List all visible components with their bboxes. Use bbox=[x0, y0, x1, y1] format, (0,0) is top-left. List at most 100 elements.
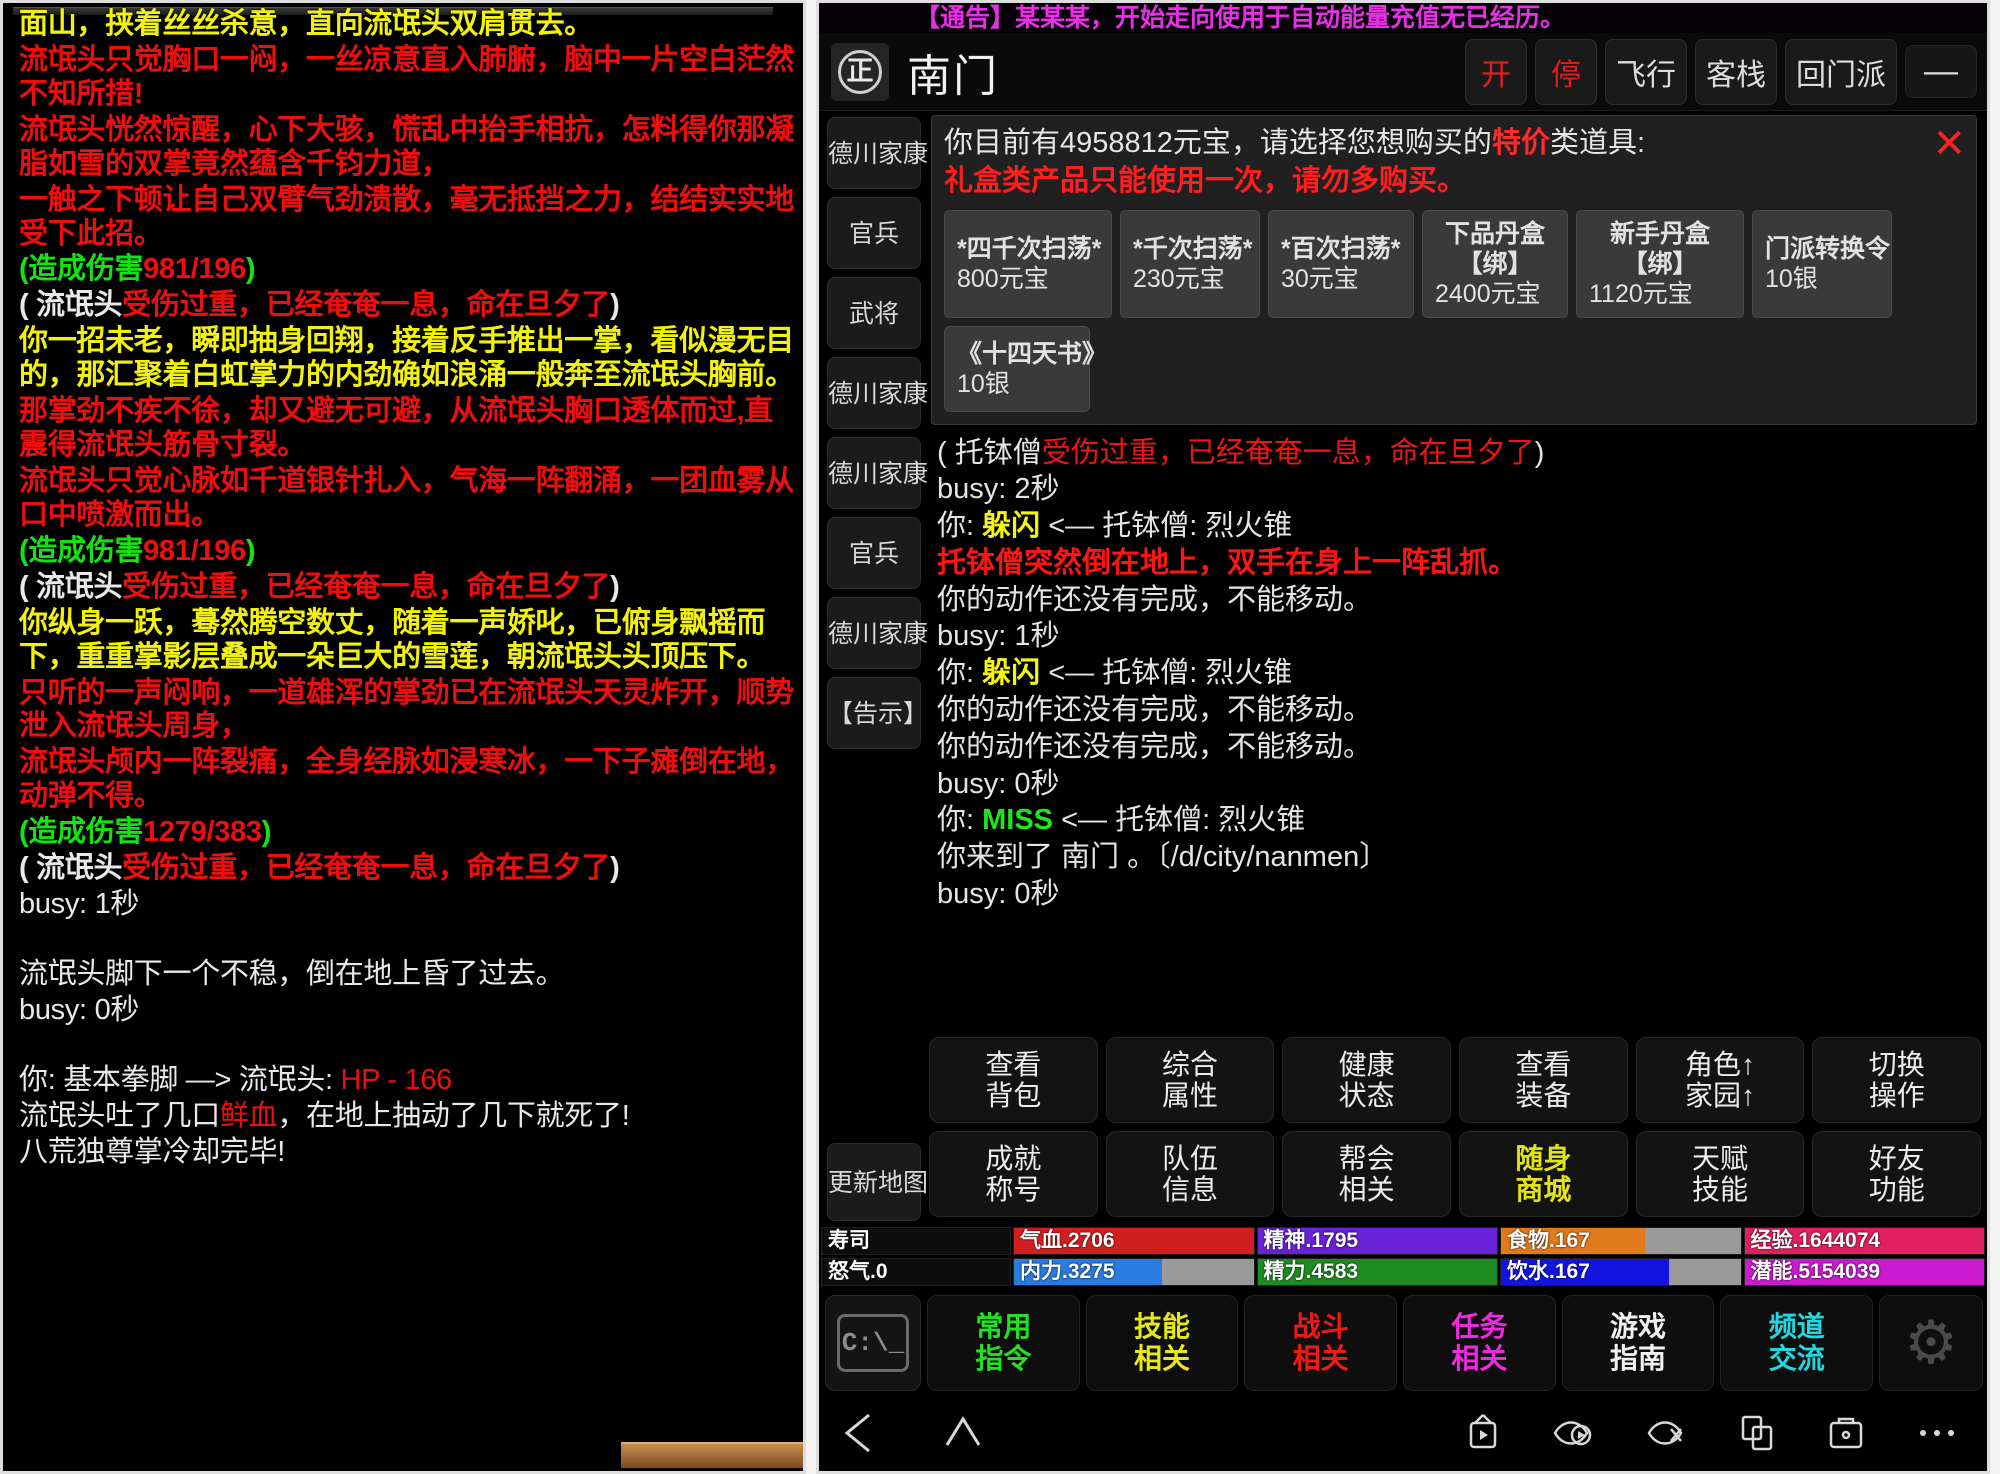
log-line: 那掌劲不疾不徐，却又避无可避，从流氓头胸口透体而过,直震得流氓头筋骨寸裂。 bbox=[19, 395, 773, 462]
action-button[interactable]: 查看 装备 bbox=[1459, 1037, 1628, 1123]
chat-text: ( 托钵僧 bbox=[937, 436, 1042, 469]
log-spacer bbox=[19, 1029, 797, 1063]
shop-item-price: 800元宝 bbox=[957, 264, 1049, 293]
command-tab-line1: 游戏 bbox=[1610, 1310, 1667, 1342]
npc-tab[interactable]: 德川家康 bbox=[827, 597, 928, 669]
console-button[interactable]: C:\_ bbox=[825, 1295, 921, 1391]
action-button[interactable]: 队伍 信息 bbox=[1105, 1131, 1275, 1217]
header-button-start[interactable]: 开 bbox=[1465, 38, 1527, 105]
shop-item[interactable]: 门派转换令 10银 bbox=[1752, 209, 1892, 318]
briefcase-icon[interactable] bbox=[1825, 1411, 1867, 1455]
close-icon[interactable]: ✕ bbox=[1932, 124, 1966, 164]
action-button[interactable]: 综合 属性 bbox=[1105, 1037, 1275, 1123]
action-button-line1: 帮会 bbox=[1338, 1142, 1395, 1174]
header-button-fly[interactable]: 飞行 bbox=[1605, 38, 1687, 105]
chat-text: <— 托钵僧: 烈火锥 bbox=[1040, 510, 1293, 543]
action-button[interactable]: 成就 称号 bbox=[929, 1131, 1098, 1217]
update-map-button[interactable]: 更新地图 bbox=[827, 1143, 928, 1221]
shop-item[interactable]: 《十四天书》 10银 bbox=[944, 325, 1107, 412]
status-label: 寿司 bbox=[828, 1229, 870, 1252]
action-button[interactable]: 切换 操作 bbox=[1812, 1037, 1982, 1123]
npc-tab[interactable]: 德川家康 bbox=[827, 437, 928, 509]
shop-title-prefix: 你目前有 bbox=[944, 127, 1061, 159]
action-button-line2: 功能 bbox=[1868, 1174, 1925, 1205]
action-button-line1: 天赋 bbox=[1692, 1142, 1749, 1174]
npc-tab[interactable]: 德川家康 bbox=[827, 357, 928, 429]
shop-item-grid: *四千次扫荡* 800元宝 *千次扫荡* 230元宝 *百次扫荡* 30元宝 下品丹盒 【绑】… bbox=[944, 209, 1964, 412]
screenshot-root: 面山，挟着丝丝杀意，直向流氓头双肩贯去。 流氓头只觉胸口一闷，一丝凉意直入肺腑，脑… bbox=[0, 0, 2000, 1474]
shop-item[interactable]: *百次扫荡* 30元宝 bbox=[1268, 209, 1414, 318]
chat-text: busy: 0秒 bbox=[937, 767, 1060, 800]
npc-tab[interactable]: 武将 bbox=[827, 277, 921, 349]
shop-item-price: 10银 bbox=[1765, 264, 1818, 293]
gear-icon[interactable]: ⚙ bbox=[1879, 1295, 1983, 1391]
npc-tab[interactable]: 官兵 bbox=[827, 197, 921, 269]
action-button[interactable]: 健康 状态 bbox=[1282, 1037, 1452, 1123]
sect-icon: 正 bbox=[838, 49, 882, 94]
tv-play-icon[interactable] bbox=[1463, 1411, 1503, 1455]
status-cell: 怒气.0 bbox=[821, 1258, 1011, 1286]
home-chevron-icon[interactable] bbox=[941, 1411, 985, 1455]
log-line: 流氓头只觉心脉如千道银针扎入，气海一阵翻涌，一团血雾从口中喷激而出。 bbox=[19, 464, 794, 531]
npc-tab[interactable]: 【告示】 bbox=[827, 677, 928, 749]
combat-log-list: 面山，挟着丝丝杀意，直向流氓头双肩贯去。 流氓头只觉胸口一闷，一丝凉意直入肺腑，脑… bbox=[3, 8, 803, 1465]
chat-text: ) bbox=[1534, 436, 1545, 469]
chat-line: 你: MISS <— 托钵僧: 烈火锥 bbox=[937, 802, 1979, 839]
command-tab-line2: 指令 bbox=[975, 1343, 1032, 1374]
log-line: 流氓头恍然惊醒，心下大骇，慌乱中抬手相抗，怎料得你那凝脂如雪的双掌竟然蕴含千钧力… bbox=[19, 113, 794, 180]
chat-text: 躲闪 bbox=[982, 510, 1041, 543]
status-cell: 潜能.5154039 bbox=[1743, 1258, 1985, 1286]
shop-item[interactable]: *千次扫荡* 230元宝 bbox=[1120, 209, 1260, 318]
shop-item[interactable]: 下品丹盒 【绑】 2400元宝 bbox=[1422, 209, 1568, 318]
log-line: (造成伤害981/196) bbox=[19, 253, 256, 286]
npc-tab[interactable]: 德川家康 bbox=[827, 117, 928, 189]
header-button-inn[interactable]: 客栈 bbox=[1695, 38, 1777, 105]
shop-item-name: *千次扫荡* bbox=[1133, 234, 1253, 263]
action-button[interactable]: 随身 商城 bbox=[1459, 1131, 1628, 1217]
chat-line: 你: 躲闪 <— 托钵僧: 烈火锥 bbox=[937, 508, 1979, 545]
chat-text: MISS bbox=[982, 804, 1054, 837]
shop-title-mid: 元宝，请选择您想购买的 bbox=[1172, 127, 1492, 159]
back-triangle-icon[interactable] bbox=[841, 1411, 881, 1455]
shop-item[interactable]: 新手丹盒 【绑】 1120元宝 bbox=[1576, 209, 1744, 318]
command-tab-line1: 技能 bbox=[1134, 1310, 1191, 1342]
command-tab[interactable]: 频道 交流 bbox=[1720, 1295, 1874, 1391]
sect-badge[interactable]: 正 bbox=[831, 42, 889, 101]
header-button-return-sect[interactable]: 回门派 bbox=[1785, 38, 1897, 105]
chat-line: busy: 0秒 bbox=[937, 876, 1979, 913]
chat-text: <— 托钵僧: 烈火锥 bbox=[1053, 804, 1306, 837]
status-cell: 精神.1795 bbox=[1256, 1227, 1498, 1255]
game-body: 德川家康 官兵 武将 德川家康 德川家康 官兵 德川家康 【告示】 更新地图 ✕ 你目前有495… bbox=[819, 111, 1987, 1227]
command-tab[interactable]: 技能 相关 bbox=[1085, 1295, 1239, 1391]
action-button[interactable]: 查看 背包 bbox=[929, 1037, 1098, 1123]
minimize-button[interactable]: — bbox=[1905, 45, 1977, 98]
eye-play-icon[interactable] bbox=[1551, 1411, 1597, 1455]
npc-tab[interactable]: 官兵 bbox=[827, 517, 921, 589]
action-button[interactable]: 天赋 技能 bbox=[1635, 1131, 1805, 1217]
copy-icon[interactable] bbox=[1737, 1411, 1777, 1455]
action-button-line1: 成就 bbox=[985, 1142, 1042, 1174]
command-tab-line1: 任务 bbox=[1451, 1310, 1508, 1342]
npc-side-tab-list: 德川家康 官兵 武将 德川家康 德川家康 官兵 德川家康 【告示】 更新地图 bbox=[819, 111, 928, 1227]
eye-close-icon[interactable] bbox=[1645, 1411, 1689, 1455]
action-button[interactable]: 角色↑ 家园↑ bbox=[1635, 1037, 1805, 1123]
more-dots-icon[interactable] bbox=[1915, 1423, 1959, 1443]
command-tab[interactable]: 任务 相关 bbox=[1403, 1295, 1556, 1391]
shop-item-name: 门派转换令 bbox=[1765, 234, 1891, 263]
action-button[interactable]: 好友 功能 bbox=[1812, 1131, 1982, 1217]
command-tab[interactable]: 战斗 相关 bbox=[1244, 1295, 1398, 1391]
status-bar-area: 寿司 气血.2706 精神.1795 食物.167 经验.1644074 怒气.0 内力.… bbox=[819, 1227, 1987, 1289]
action-button[interactable]: 帮会 相关 bbox=[1282, 1131, 1452, 1217]
chat-line: 托钵僧突然倒在地上，双手在身上一阵乱抓。 bbox=[937, 545, 1979, 582]
command-tab[interactable]: 游戏 指南 bbox=[1561, 1295, 1715, 1391]
action-button-area: 查看 背包 综合 属性 健康 状态 查看 装备 角色↑ 家园↑ 切换 操作 成就 称号 队伍 信息 帮会 相关随… bbox=[927, 1035, 1987, 1227]
shop-item[interactable]: *四千次扫荡* 800元宝 bbox=[944, 209, 1112, 318]
chat-line: busy: 2秒 bbox=[937, 471, 1979, 508]
chat-line: 你来到了 南门 。〔/d/city/nanmen〕 bbox=[937, 839, 1979, 876]
log-spacer bbox=[19, 923, 797, 957]
header-button-stop[interactable]: 停 bbox=[1535, 38, 1597, 105]
action-button-line2: 装备 bbox=[1515, 1080, 1572, 1111]
log-highlight: 981/196 bbox=[143, 253, 246, 286]
command-tab[interactable]: 常用 指令 bbox=[927, 1295, 1080, 1391]
nav-right-group bbox=[1463, 1411, 1965, 1455]
